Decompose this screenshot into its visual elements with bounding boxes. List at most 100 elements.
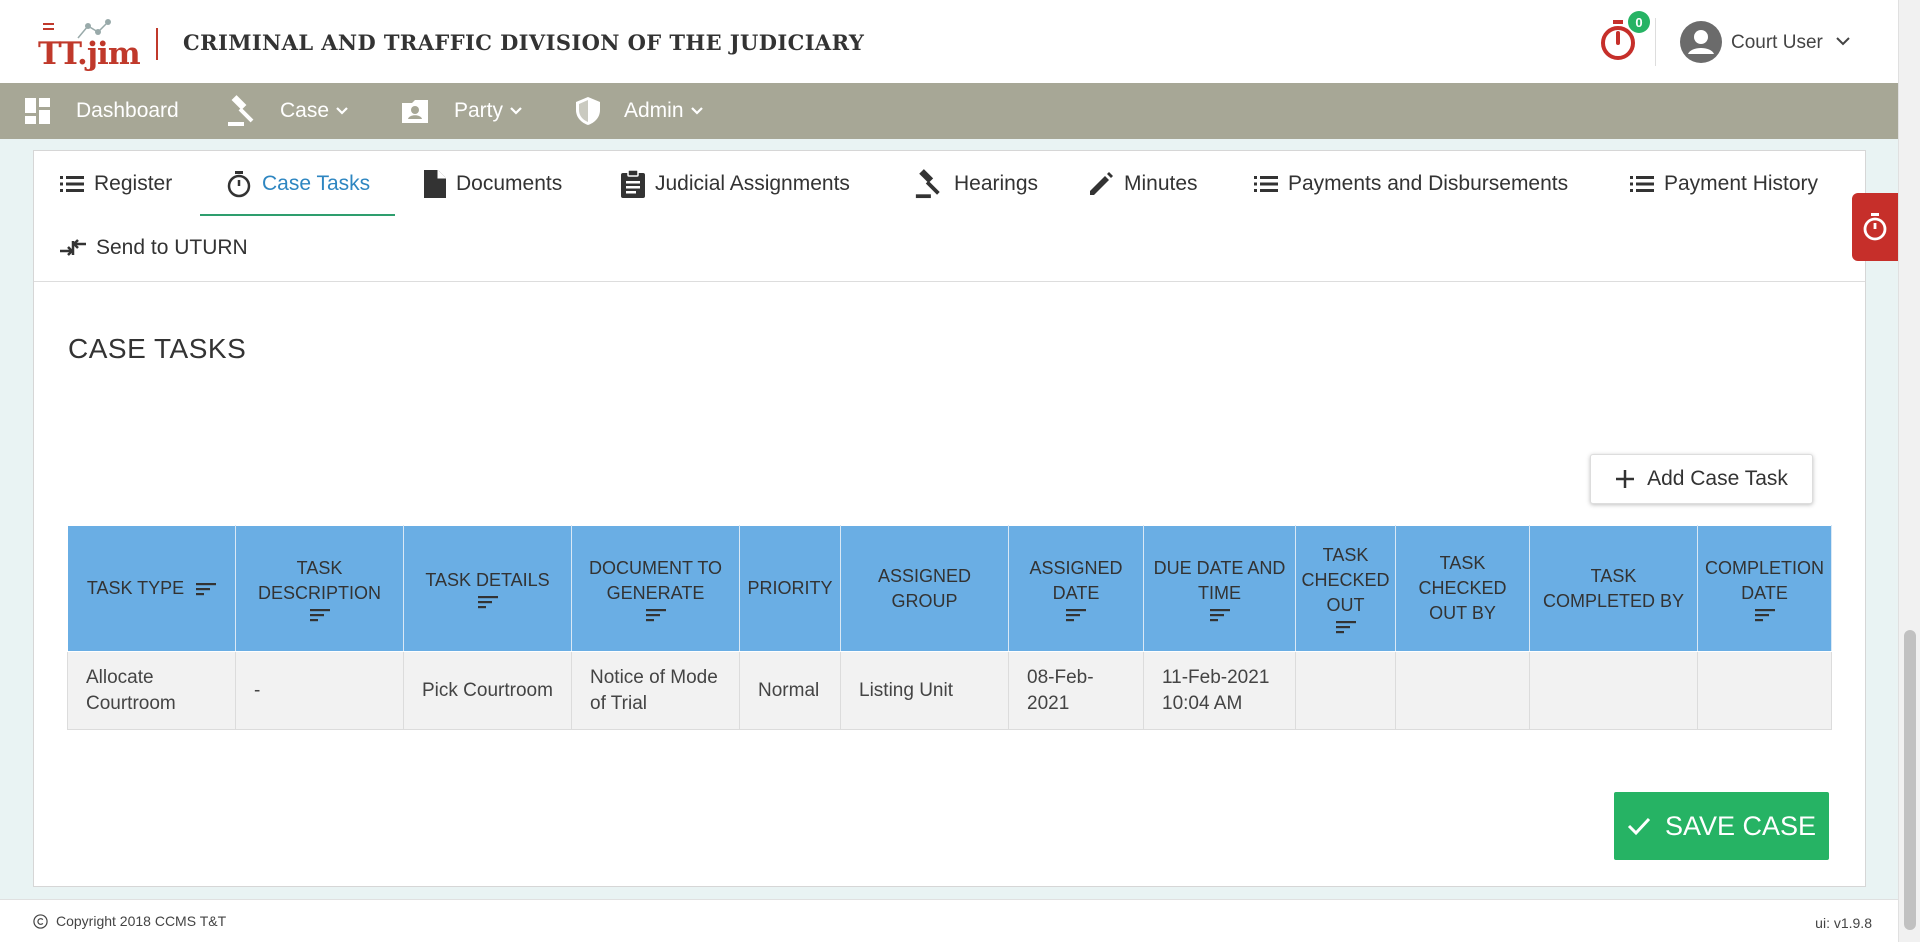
save-case-button[interactable]: SAVE CASE [1614,792,1829,860]
document-icon [424,170,446,198]
sort-icon[interactable] [477,595,498,609]
tab-label: Minutes [1124,172,1198,195]
column-header-content: PRIORITY [747,576,832,601]
table-cell: Normal [739,651,841,730]
column-header-label: TASK CHECKED OUT BY [1418,553,1507,623]
list-icon [60,176,84,192]
table-cell: Allocate Courtroom [67,651,236,730]
add-case-task-button[interactable]: Add Case Task [1590,454,1813,504]
add-case-task-label: Add Case Task [1647,467,1788,490]
sort-icon[interactable] [196,582,217,596]
table-row[interactable]: Allocate Courtroom - Pick Courtroom Notice … [67,651,1832,730]
pencil-icon [1090,172,1113,195]
tab-case-tasks[interactable]: Case Tasks [222,156,374,212]
column-header[interactable]: DUE DATE AND TIME [1143,525,1296,652]
save-case-label: SAVE CASE [1664,810,1817,841]
table-cell [1697,651,1832,730]
tab-label: Documents [456,172,563,195]
user-avatar-icon[interactable] [1680,21,1722,63]
timer-icon [227,171,251,198]
table-cell [1529,651,1698,730]
logo-text: TT.jim [38,36,141,72]
nav-item-label: Case [280,99,330,122]
column-header[interactable]: ASSIGNED DATE [1008,525,1144,652]
tab-label: Case Tasks [262,172,371,195]
column-header-label: TASK COMPLETED BY [1542,565,1685,611]
contact-card-icon [402,100,428,123]
section-title: CASE TASKS [68,333,247,364]
column-header[interactable]: DOCUMENT TO GENERATE [571,525,740,652]
column-header[interactable]: TASK TYPE [67,525,236,652]
sort-icon[interactable] [1754,608,1775,622]
tab-payments-and-disbursements[interactable]: Payments and Disbursements [1250,156,1572,212]
column-header: PRIORITY [739,525,841,652]
case-tasks-table: TASK TYPE TASK DESCRIPTION TASK DETAILS DOC… [67,525,1832,730]
nav-item-party[interactable]: Party [400,83,523,139]
column-header-content: ASSIGNED GROUP [845,564,1004,614]
column-header[interactable]: TASK DETAILS [403,525,572,652]
tab-payment-history[interactable]: Payment History [1626,156,1822,212]
tab-label: Send to UTURN [96,236,248,259]
table-cell: Listing Unit [840,651,1009,730]
swap-arrows-icon [60,239,86,256]
scrollbar-thumb[interactable] [1904,630,1916,930]
main-nav: Dashboard Case Party Admin [0,83,1898,139]
table-cell: Notice of Mode of Trial [571,651,740,730]
list-icon [1630,176,1654,192]
nav-item-label: Party [454,99,504,122]
page-scrollbar[interactable] [1898,0,1920,942]
user-name[interactable]: Court User [1731,32,1823,54]
table-cell: Pick Courtroom [403,651,572,730]
copyright-icon [33,913,48,929]
header-separator [1655,18,1656,66]
column-header-label: TASK DESCRIPTION [257,557,381,603]
sort-icon[interactable] [1209,608,1230,622]
sort-icon[interactable] [645,608,666,622]
column-header-label: DOCUMENT TO GENERATE [588,557,722,603]
column-header: ASSIGNED GROUP [840,525,1009,652]
plus-icon [1616,470,1635,488]
chevron-down-icon [510,107,522,115]
header-divider [156,28,158,60]
tab-minutes[interactable]: Minutes [1084,156,1202,212]
tab-judicial-assignments[interactable]: Judicial Assignments [617,156,854,212]
nav-item-dashboard[interactable]: Dashboard [24,83,179,139]
column-header[interactable]: TASK CHECKED OUT [1295,525,1396,652]
column-header-label: ASSIGNED DATE [1029,557,1123,603]
nav-item-case[interactable]: Case [226,83,349,139]
tab-documents[interactable]: Documents [420,156,566,212]
column-header-content: TASK DESCRIPTION [240,556,399,622]
sort-icon[interactable] [309,608,330,622]
chevron-down-icon [336,107,348,115]
gavel-icon [915,169,940,199]
tab-label: Hearings [954,172,1039,195]
chevron-down-icon[interactable] [1835,35,1851,47]
app-logo[interactable]: TT.jim [38,18,141,72]
sort-icon[interactable] [1335,620,1356,634]
nav-item-label: Admin [624,99,684,122]
table-cell [1395,651,1530,730]
sort-icon[interactable] [1066,608,1086,622]
app-header: TT.jim CRIMINAL AND TRAFFIC DIVISION OF … [0,0,1898,83]
column-header-label: PRIORITY [747,578,833,598]
check-icon [1627,817,1651,836]
column-header[interactable]: COMPLETION DATE [1697,525,1832,652]
column-header: TASK CHECKED OUT BY [1395,525,1530,652]
tab-send-to-uturn[interactable]: Send to UTURN [56,220,252,276]
copyright: Copyright 2018 CCMS T&T [33,913,226,929]
active-tab-indicator [200,214,395,216]
column-header-content: TASK CHECKED OUT BY [1400,551,1525,626]
nav-item-admin[interactable]: Admin [574,83,704,139]
column-header-content: TASK TYPE [87,576,217,601]
case-tabs: Register Case Tasks Documents Judicial A… [34,151,1865,282]
dashboard-icon [25,98,50,124]
list-icon [1254,176,1278,192]
column-header-label: ASSIGNED GROUP [877,565,972,611]
column-header-content: DUE DATE AND TIME [1148,556,1291,622]
tab-register[interactable]: Register [56,156,176,212]
tab-hearings[interactable]: Hearings [910,156,1042,212]
column-header[interactable]: TASK DESCRIPTION [235,525,404,652]
column-header-label: COMPLETION DATE [1704,557,1824,603]
floating-timer-button[interactable] [1852,193,1898,261]
timer-icon [1863,213,1887,241]
